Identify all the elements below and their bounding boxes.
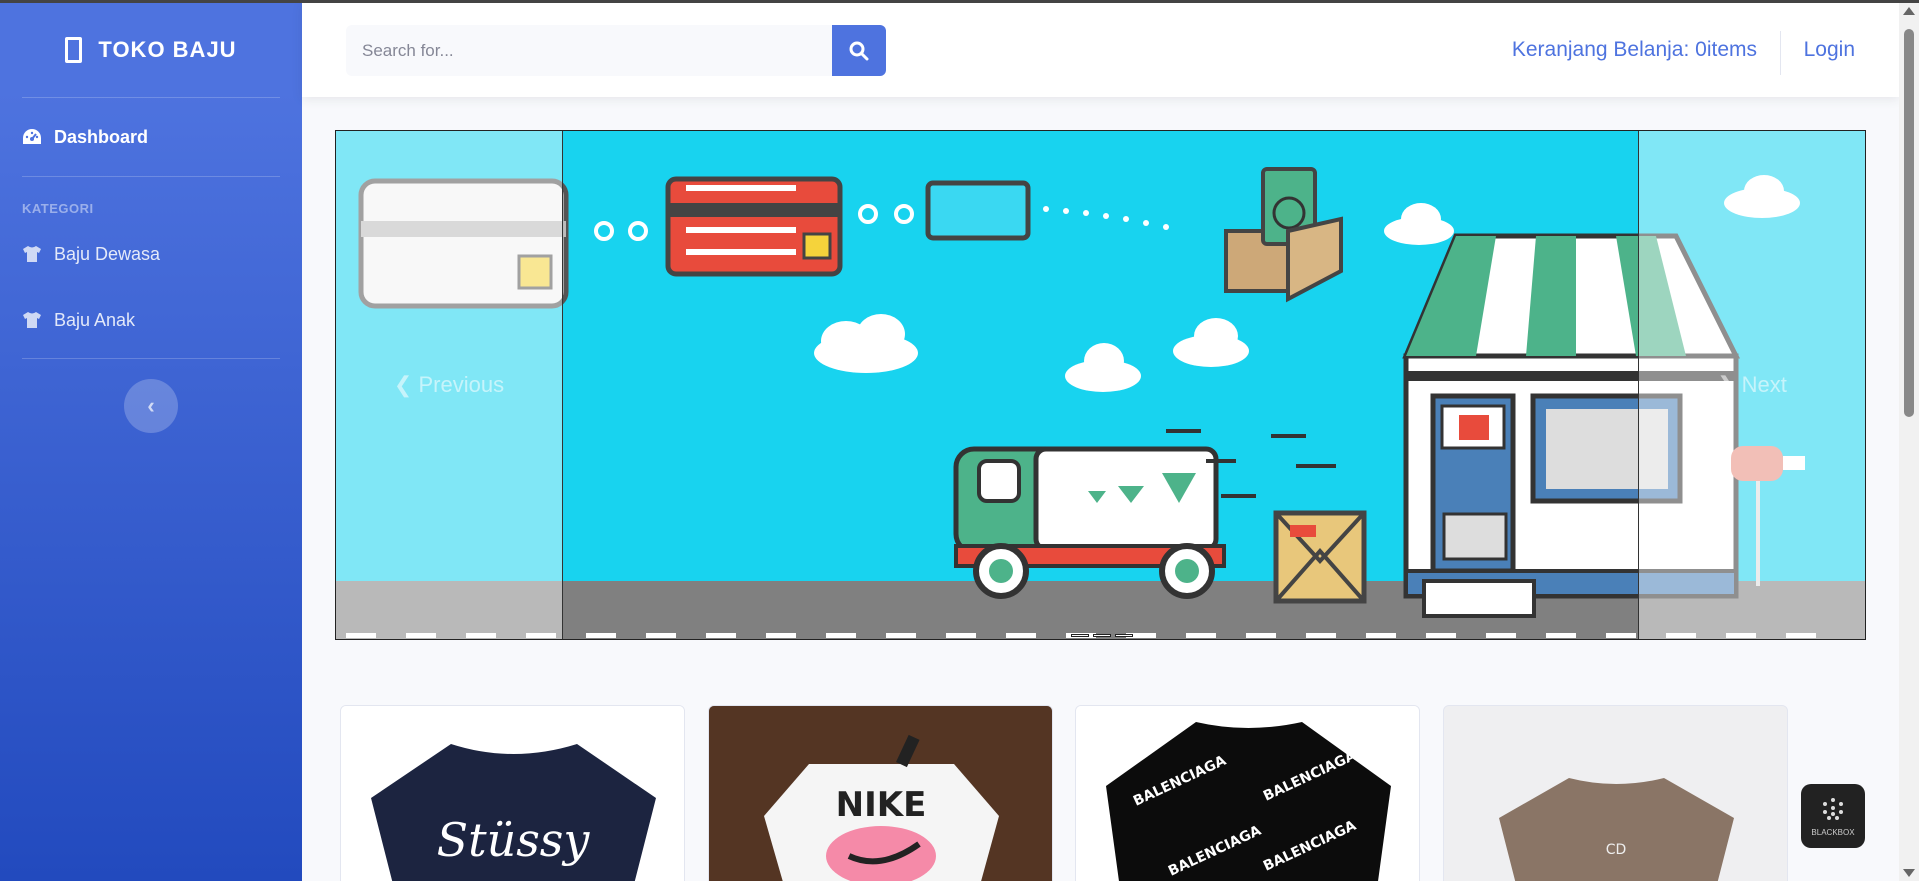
carousel-indicator[interactable] xyxy=(1093,634,1111,637)
chevron-left-icon: ‹ xyxy=(147,393,155,418)
product-brand-text: CD xyxy=(1606,842,1627,858)
sidebar-divider xyxy=(22,358,280,359)
page-scrollbar[interactable] xyxy=(1899,3,1919,881)
product-brand-text: Stüssy xyxy=(437,813,591,867)
sidebar-brand[interactable]: TOKO BAJU xyxy=(0,3,302,97)
sidebar: TOKO BAJU Dashboard KATEGORI Baju Dewasa… xyxy=(0,3,302,881)
sidebar-toggle-button[interactable]: ‹ xyxy=(124,379,178,433)
tshirt-icon xyxy=(22,310,42,330)
sidebar-item-dashboard[interactable]: Dashboard xyxy=(0,98,302,176)
tachometer-icon xyxy=(22,127,42,147)
sidebar-item-label: Baju Anak xyxy=(54,309,136,330)
product-card[interactable]: NIKE xyxy=(708,705,1053,881)
product-brand-text: NIKE xyxy=(836,785,927,825)
banner-carousel: ❮ Previous ❯ Next xyxy=(335,130,1866,640)
scrollbar-thumb[interactable] xyxy=(1904,29,1914,417)
search-button[interactable] xyxy=(832,25,886,76)
carousel-next-button[interactable]: ❯ Next xyxy=(1638,131,1865,639)
product-image: BALENCIAGA BALENCIAGA BALENCIAGA BALENCI… xyxy=(1076,706,1419,881)
scroll-down-icon[interactable] xyxy=(1903,869,1915,877)
sidebar-heading: KATEGORI xyxy=(22,201,94,216)
scroll-up-icon[interactable] xyxy=(1903,7,1915,15)
window-top-border xyxy=(0,0,1919,3)
carousel-indicators xyxy=(1071,634,1133,637)
search-input[interactable] xyxy=(346,25,832,76)
blackbox-widget-button[interactable]: BLACKBOX xyxy=(1801,784,1865,848)
cube-icon xyxy=(1823,797,1843,820)
sidebar-item-baju-anak[interactable]: Baju Anak xyxy=(0,282,302,358)
sidebar-item-baju-dewasa[interactable]: Baju Dewasa xyxy=(0,226,302,282)
carousel-next-label: Next xyxy=(1741,372,1787,397)
product-card[interactable]: Stüssy xyxy=(340,705,685,881)
product-image: Stüssy xyxy=(341,706,684,881)
topbar-divider xyxy=(1780,31,1781,75)
sidebar-item-label: Dashboard xyxy=(54,126,149,147)
product-image: NIKE xyxy=(709,706,1052,881)
banner-image xyxy=(336,131,1865,639)
product-image: CD xyxy=(1444,706,1787,881)
tshirt-icon xyxy=(22,244,42,264)
product-card[interactable]: BALENCIAGA BALENCIAGA BALENCIAGA BALENCI… xyxy=(1075,705,1420,881)
search-form xyxy=(346,25,888,76)
carousel-indicator[interactable] xyxy=(1071,634,1089,637)
search-icon xyxy=(849,41,869,60)
chevron-right-icon: ❯ xyxy=(1717,372,1742,397)
login-link[interactable]: Login xyxy=(1804,3,1855,97)
brand-name: TOKO BAJU xyxy=(98,37,237,62)
chevron-left-icon: ❮ xyxy=(393,372,419,397)
carousel-indicator[interactable] xyxy=(1115,634,1133,637)
badge-label: BLACKBOX xyxy=(1811,827,1855,837)
carousel-prev-label: Previous xyxy=(418,372,505,397)
mobile-icon xyxy=(65,37,83,63)
carousel-prev-button[interactable]: ❮ Previous xyxy=(336,131,563,639)
product-card[interactable]: CD xyxy=(1443,705,1788,881)
sidebar-item-label: Baju Dewasa xyxy=(54,243,161,264)
topbar: Keranjang Belanja: 0items Login xyxy=(302,3,1899,97)
cart-link[interactable]: Keranjang Belanja: 0items xyxy=(1512,3,1757,97)
